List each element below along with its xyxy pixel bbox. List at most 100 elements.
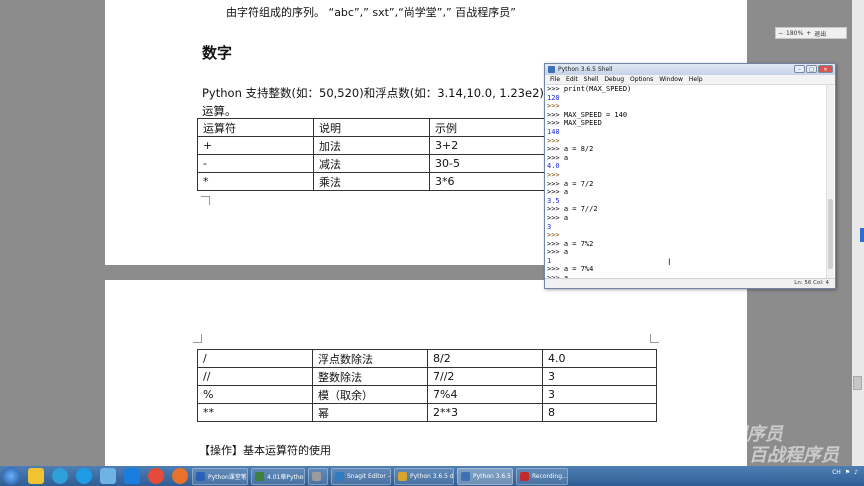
- table-cell: //: [197, 367, 313, 386]
- menu-shell[interactable]: Shell: [584, 76, 599, 83]
- table-cell: 加法: [313, 136, 430, 155]
- chrome-icon[interactable]: [148, 468, 164, 484]
- table-row: + 加法 3+2: [197, 136, 545, 155]
- system-tray: CH ⚑ ♪: [832, 469, 858, 476]
- console-line: 140: [547, 127, 560, 136]
- text-cursor-icon: I: [668, 258, 671, 268]
- table-row: ** 幂 2**3 8: [197, 403, 657, 422]
- menu-help[interactable]: Help: [689, 76, 703, 83]
- taskbar: Python课堂笔记... 4.01章Python基... Snagit Edito…: [0, 466, 864, 486]
- shell-scrollbar-thumb[interactable]: [828, 199, 833, 269]
- table-cell: 2**3: [427, 403, 543, 422]
- k-app-icon[interactable]: [76, 468, 92, 484]
- flag-icon[interactable]: ⚑: [845, 469, 850, 476]
- table-cell: 8/2: [427, 349, 543, 368]
- table-cell: 说明: [313, 118, 430, 137]
- doc-paragraph: Python 支持整数(如：50,520)和浮点数(如：3.14,10.0, 1…: [202, 86, 567, 100]
- console-line: 3.5: [547, 196, 560, 205]
- taskbar-task-button[interactable]: Python 3.6.5 Shell: [457, 467, 513, 485]
- watermark-line-1: 尚学堂·百战程序员: [632, 424, 783, 445]
- table-cell: 7//2: [427, 367, 543, 386]
- doc-heading: 数字: [202, 44, 233, 62]
- operators-table-1: 运算符 说明 示例 + 加法 3+2 - 减法 30-5 * 乘法 3*6: [197, 118, 545, 191]
- doc-section-title: 【操作】基本运算符的使用: [199, 444, 331, 457]
- taskbar-task-label: Python 3.6.5 do...: [410, 472, 454, 480]
- table-cell: %: [197, 385, 313, 404]
- zoom-close-button[interactable]: 退出: [814, 29, 826, 38]
- taskbar-task-label: Python课堂笔记...: [208, 473, 247, 481]
- app-icon: [520, 471, 529, 481]
- table-cell: 3: [542, 367, 657, 386]
- cloud-icon[interactable]: [100, 468, 116, 484]
- watermark-line-2: 尚学堂·百战程序员: [688, 445, 839, 466]
- firefox-icon[interactable]: [172, 468, 188, 484]
- menu-options[interactable]: Options: [630, 76, 653, 83]
- page-corner-mark: [193, 334, 202, 343]
- document-scrollbar-thumb[interactable]: [853, 376, 862, 390]
- maximize-button[interactable]: □: [806, 65, 817, 73]
- taskbar-task-button[interactable]: Python课堂笔记...: [192, 467, 248, 485]
- console-line: >>> a = 7%2: [547, 239, 594, 248]
- console-line: >>> a: [547, 188, 569, 197]
- console-line: >>>: [547, 170, 564, 179]
- close-button[interactable]: ✕: [818, 65, 833, 73]
- console-line: >>>: [547, 136, 564, 145]
- zoom-out-icon[interactable]: −: [778, 30, 783, 37]
- table-cell: 浮点数除法: [312, 349, 428, 368]
- volume-icon[interactable]: ♪: [854, 469, 858, 476]
- operators-table-2: / 浮点数除法 8/2 4.0 // 整数除法 7//2 3 % 模（取余） 7…: [197, 349, 657, 422]
- table-cell: 4.0: [542, 349, 657, 368]
- app-icon: [398, 471, 407, 481]
- table-cell: /: [197, 349, 313, 368]
- table-cell: +: [197, 136, 314, 155]
- table-cell: 幂: [312, 403, 428, 422]
- taskbar-task-button[interactable]: Snagit Editor - [...: [331, 467, 391, 485]
- taskbar-task-button[interactable]: Recording...: [516, 467, 568, 485]
- app-icon: [335, 471, 344, 481]
- taskbar-task-label: 4.01章Python基...: [267, 473, 304, 481]
- input-method-indicator[interactable]: CH: [832, 469, 841, 476]
- taskbar-task-button[interactable]: 4.01章Python基...: [251, 467, 305, 485]
- taskbar-task-label: Recording...: [532, 472, 568, 480]
- menu-edit[interactable]: Edit: [566, 76, 578, 83]
- console-line: 4.0: [547, 162, 560, 171]
- menu-window[interactable]: Window: [659, 76, 683, 83]
- taskbar-task-button[interactable]: [308, 467, 328, 485]
- folder-icon[interactable]: [28, 468, 44, 484]
- zoom-bar: − 180% + 退出: [775, 27, 847, 39]
- menu-file[interactable]: File: [550, 76, 560, 83]
- shell-titlebar[interactable]: Python 3.6.5 Shell – □ ✕: [545, 64, 835, 75]
- table-cell: 模（取余）: [312, 385, 428, 404]
- table-cell: **: [197, 403, 313, 422]
- browser-icon[interactable]: [52, 468, 68, 484]
- taskbar-task-button[interactable]: Python 3.6.5 do...: [394, 467, 454, 485]
- page-corner-mark: [201, 196, 210, 205]
- console-line: 120: [547, 93, 560, 102]
- app-icon: [461, 471, 470, 481]
- table-cell: 7%4: [427, 385, 543, 404]
- start-button[interactable]: [2, 467, 20, 485]
- python-shell-window[interactable]: Python 3.6.5 Shell – □ ✕ File Edit Shell…: [544, 63, 836, 289]
- side-tab[interactable]: [860, 228, 864, 242]
- table-cell: *: [197, 172, 314, 191]
- watermark: 尚学堂·百战程序员 尚学堂·百战程序员: [632, 424, 839, 466]
- table-cell: 减法: [313, 154, 430, 173]
- zoom-level: 180%: [786, 29, 804, 37]
- console-line: >>>: [547, 231, 564, 240]
- table-cell: 3*6: [429, 172, 545, 191]
- table-row: * 乘法 3*6: [197, 172, 545, 191]
- table-cell: 乘法: [313, 172, 430, 191]
- table-cell: 3: [542, 385, 657, 404]
- console-line: >>> a: [547, 213, 569, 222]
- zoom-in-icon[interactable]: +: [806, 30, 811, 37]
- shell-console[interactable]: >>> print(MAX_SPEED) 120 >>> >>> MAX_SPEED…: [547, 85, 827, 278]
- menu-debug[interactable]: Debug: [604, 76, 624, 83]
- table-cell: -: [197, 154, 314, 173]
- taskbar-tasks: Python课堂笔记... 4.01章Python基... Snagit Edito…: [192, 467, 571, 485]
- shell-scrollbar[interactable]: [826, 85, 834, 278]
- chat-icon[interactable]: [124, 468, 140, 484]
- cursor-position: Ln: 56 Col: 4: [794, 280, 829, 286]
- table-cell: 示例: [429, 118, 545, 137]
- doc-line-top: 由字符组成的序列。 “abc”,” sxt”,“尚学堂”,” 百战程序员”: [226, 6, 516, 19]
- minimize-button[interactable]: –: [794, 65, 805, 73]
